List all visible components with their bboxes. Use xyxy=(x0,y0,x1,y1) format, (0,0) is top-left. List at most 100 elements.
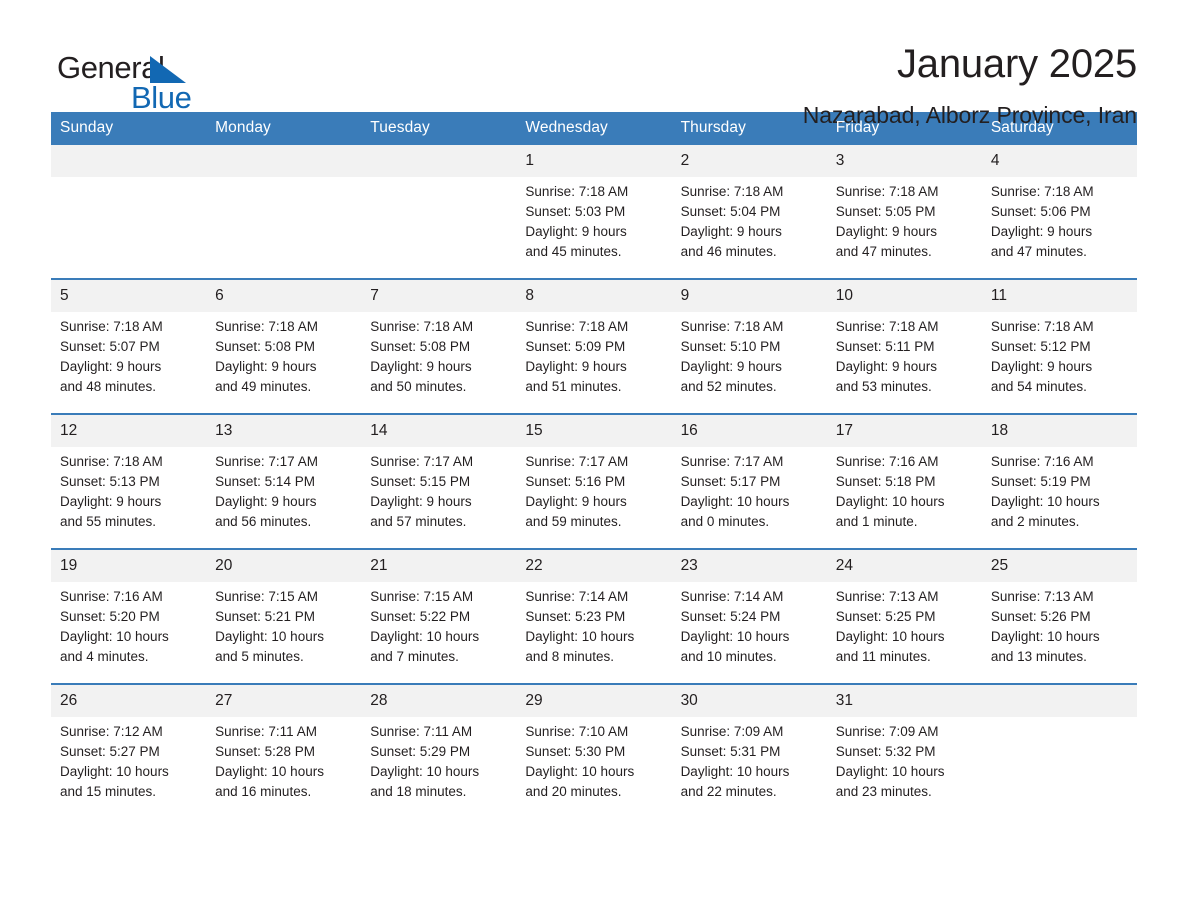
calendar-day-cell[interactable]: 9 Sunrise: 7:18 AM Sunset: 5:10 PM Daylight… xyxy=(671,278,827,414)
daylight-line-1: Daylight: 10 hours xyxy=(835,494,945,509)
calendar-day-cell[interactable]: 22 Sunrise: 7:14 AM Sunset: 5:23 PM Dayligh… xyxy=(516,548,672,684)
daylight-line-1: Daylight: 9 hours xyxy=(525,494,627,509)
calendar-day-cell[interactable]: 7 Sunrise: 7:18 AM Sunset: 5:08 PM Daylight… xyxy=(361,278,517,414)
calendar-day-cell[interactable]: 14 Sunrise: 7:17 AM Sunset: 5:15 PM Dayligh… xyxy=(361,413,517,549)
sunrise-time: Sunrise: 7:18 AM xyxy=(215,319,318,334)
sunset-time: Sunset: 5:15 PM xyxy=(370,474,471,489)
calendar-day-cell[interactable]: 4 Sunrise: 7:18 AM Sunset: 5:06 PM Daylight… xyxy=(981,145,1137,279)
sunset-time: Sunset: 5:23 PM xyxy=(525,609,626,624)
sunset-time: Sunset: 5:31 PM xyxy=(680,744,781,759)
sunset-time: Sunset: 5:25 PM xyxy=(835,609,936,624)
calendar-day-cell[interactable]: 8 Sunrise: 7:18 AM Sunset: 5:09 PM Daylight… xyxy=(516,278,672,414)
day-number: 10 xyxy=(826,280,982,312)
day-details: Sunrise: 7:17 AM Sunset: 5:17 PM Daylight:… xyxy=(672,447,827,532)
calendar-day-cell[interactable]: 1 Sunrise: 7:18 AM Sunset: 5:03 PM Daylight… xyxy=(516,145,672,279)
daylight-line-2: and 8 minutes. xyxy=(525,649,614,664)
daylight-line-1: Daylight: 9 hours xyxy=(525,224,627,239)
daylight-line-2: and 48 minutes. xyxy=(60,379,157,394)
day-details: Sunrise: 7:14 AM Sunset: 5:24 PM Daylight:… xyxy=(672,582,827,667)
daylight-line-1: Daylight: 10 hours xyxy=(215,764,324,779)
day-number: 27 xyxy=(206,685,362,717)
sunset-time: Sunset: 5:07 PM xyxy=(60,339,160,354)
sunrise-time: Sunrise: 7:18 AM xyxy=(990,319,1094,334)
sunset-time: Sunset: 5:11 PM xyxy=(835,339,935,354)
calendar-day-cell[interactable]: 16 Sunrise: 7:17 AM Sunset: 5:17 PM Dayligh… xyxy=(671,413,827,549)
daylight-line-1: Daylight: 10 hours xyxy=(835,764,945,779)
calendar-day-cell[interactable]: 26 Sunrise: 7:12 AM Sunset: 5:27 PM Dayligh… xyxy=(51,683,207,818)
day-details: Sunrise: 7:15 AM Sunset: 5:22 PM Daylight:… xyxy=(361,582,516,667)
day-details: Sunrise: 7:18 AM Sunset: 5:12 PM Daylight:… xyxy=(982,312,1137,397)
generalblue-logo[interactable]: General Blue xyxy=(51,40,211,113)
calendar-day-cell[interactable]: 21 Sunrise: 7:15 AM Sunset: 5:22 PM Dayligh… xyxy=(361,548,517,684)
daylight-line-1: Daylight: 9 hours xyxy=(370,494,472,509)
day-number: 25 xyxy=(981,550,1137,582)
calendar-day-cell[interactable]: 17 Sunrise: 7:16 AM Sunset: 5:18 PM Dayligh… xyxy=(826,413,982,549)
sunrise-time: Sunrise: 7:10 AM xyxy=(525,724,629,739)
sunrise-time: Sunrise: 7:18 AM xyxy=(525,184,629,199)
sunrise-time: Sunrise: 7:16 AM xyxy=(60,589,163,604)
sunset-time: Sunset: 5:20 PM xyxy=(60,609,160,624)
calendar-day-cell[interactable]: 18 Sunrise: 7:16 AM Sunset: 5:19 PM Dayligh… xyxy=(981,413,1137,549)
calendar-day-cell-empty xyxy=(51,145,207,279)
day-details: Sunrise: 7:10 AM Sunset: 5:30 PM Daylight:… xyxy=(516,717,671,802)
day-details: Sunrise: 7:09 AM Sunset: 5:31 PM Daylight:… xyxy=(672,717,827,802)
calendar-day-cell[interactable]: 23 Sunrise: 7:14 AM Sunset: 5:24 PM Dayligh… xyxy=(671,548,827,684)
daylight-line-2: and 46 minutes. xyxy=(680,244,777,259)
calendar-day-cell[interactable]: 6 Sunrise: 7:18 AM Sunset: 5:08 PM Daylight… xyxy=(206,278,362,414)
day-number: 15 xyxy=(516,415,672,447)
calendar-day-cell[interactable]: 19 Sunrise: 7:16 AM Sunset: 5:20 PM Dayligh… xyxy=(51,548,207,684)
daylight-line-2: and 15 minutes. xyxy=(60,784,157,799)
daylight-line-1: Daylight: 9 hours xyxy=(215,359,317,374)
calendar-day-cell[interactable]: 27 Sunrise: 7:11 AM Sunset: 5:28 PM Dayligh… xyxy=(206,683,362,818)
daylight-line-1: Daylight: 10 hours xyxy=(990,629,1100,644)
calendar-day-cell[interactable]: 10 Sunrise: 7:18 AM Sunset: 5:11 PM Dayligh… xyxy=(826,278,982,414)
day-number: 29 xyxy=(516,685,672,717)
calendar-day-cell[interactable]: 24 Sunrise: 7:13 AM Sunset: 5:25 PM Dayligh… xyxy=(826,548,982,684)
calendar-day-cell[interactable]: 13 Sunrise: 7:17 AM Sunset: 5:14 PM Dayligh… xyxy=(206,413,362,549)
calendar-day-cell[interactable]: 11 Sunrise: 7:18 AM Sunset: 5:12 PM Dayligh… xyxy=(981,278,1137,414)
day-number: 24 xyxy=(826,550,982,582)
calendar-day-cell[interactable]: 30 Sunrise: 7:09 AM Sunset: 5:31 PM Dayligh… xyxy=(671,683,827,818)
day-number: 11 xyxy=(981,280,1137,312)
daylight-line-2: and 47 minutes. xyxy=(990,244,1087,259)
calendar-day-cell-empty xyxy=(206,145,362,279)
day-number xyxy=(206,145,362,177)
daylight-line-2: and 23 minutes. xyxy=(835,784,932,799)
sunrise-time: Sunrise: 7:18 AM xyxy=(990,184,1094,199)
title-block: January 2025 Nazarabad, Alborz Province,… xyxy=(803,40,1138,130)
daylight-line-2: and 1 minute. xyxy=(835,514,918,529)
daylight-line-1: Daylight: 9 hours xyxy=(990,224,1093,239)
calendar-day-cell[interactable]: 25 Sunrise: 7:13 AM Sunset: 5:26 PM Dayligh… xyxy=(981,548,1137,684)
calendar-day-cell[interactable]: 31 Sunrise: 7:09 AM Sunset: 5:32 PM Dayligh… xyxy=(826,683,982,818)
day-number xyxy=(51,145,207,177)
calendar-day-cell[interactable]: 29 Sunrise: 7:10 AM Sunset: 5:30 PM Dayligh… xyxy=(516,683,672,818)
daylight-line-2: and 0 minutes. xyxy=(680,514,770,529)
daylight-line-1: Daylight: 10 hours xyxy=(370,764,480,779)
daylight-line-1: Daylight: 10 hours xyxy=(525,764,635,779)
calendar-day-cell[interactable]: 2 Sunrise: 7:18 AM Sunset: 5:04 PM Daylight… xyxy=(671,145,827,279)
daylight-line-2: and 11 minutes. xyxy=(835,649,931,664)
sunset-time: Sunset: 5:17 PM xyxy=(680,474,781,489)
day-details: Sunrise: 7:18 AM Sunset: 5:13 PM Daylight:… xyxy=(51,447,206,532)
calendar-day-cell[interactable]: 3 Sunrise: 7:18 AM Sunset: 5:05 PM Daylight… xyxy=(826,145,982,279)
daylight-line-2: and 56 minutes. xyxy=(215,514,312,529)
daylight-line-1: Daylight: 9 hours xyxy=(370,359,472,374)
daylight-line-1: Daylight: 10 hours xyxy=(60,629,169,644)
calendar-day-cell[interactable]: 15 Sunrise: 7:17 AM Sunset: 5:16 PM Dayligh… xyxy=(516,413,672,549)
weekday-header-monday: Monday xyxy=(206,112,362,145)
daylight-line-1: Daylight: 10 hours xyxy=(680,629,790,644)
daylight-line-1: Daylight: 10 hours xyxy=(990,494,1100,509)
sunrise-time: Sunrise: 7:14 AM xyxy=(525,589,629,604)
logo-text-general: General xyxy=(57,50,165,85)
daylight-line-1: Daylight: 10 hours xyxy=(835,629,945,644)
calendar-day-cell[interactable]: 20 Sunrise: 7:15 AM Sunset: 5:21 PM Dayligh… xyxy=(206,548,362,684)
calendar-day-cell[interactable]: 5 Sunrise: 7:18 AM Sunset: 5:07 PM Daylight… xyxy=(51,278,207,414)
daylight-line-2: and 4 minutes. xyxy=(60,649,149,664)
daylight-line-2: and 57 minutes. xyxy=(370,514,467,529)
calendar-day-cell[interactable]: 28 Sunrise: 7:11 AM Sunset: 5:29 PM Dayligh… xyxy=(361,683,517,818)
day-number: 18 xyxy=(981,415,1137,447)
day-details: Sunrise: 7:14 AM Sunset: 5:23 PM Daylight:… xyxy=(516,582,671,667)
daylight-line-1: Daylight: 9 hours xyxy=(990,359,1093,374)
calendar-day-cell[interactable]: 12 Sunrise: 7:18 AM Sunset: 5:13 PM Dayligh… xyxy=(51,413,207,549)
day-details: Sunrise: 7:15 AM Sunset: 5:21 PM Daylight:… xyxy=(206,582,361,667)
